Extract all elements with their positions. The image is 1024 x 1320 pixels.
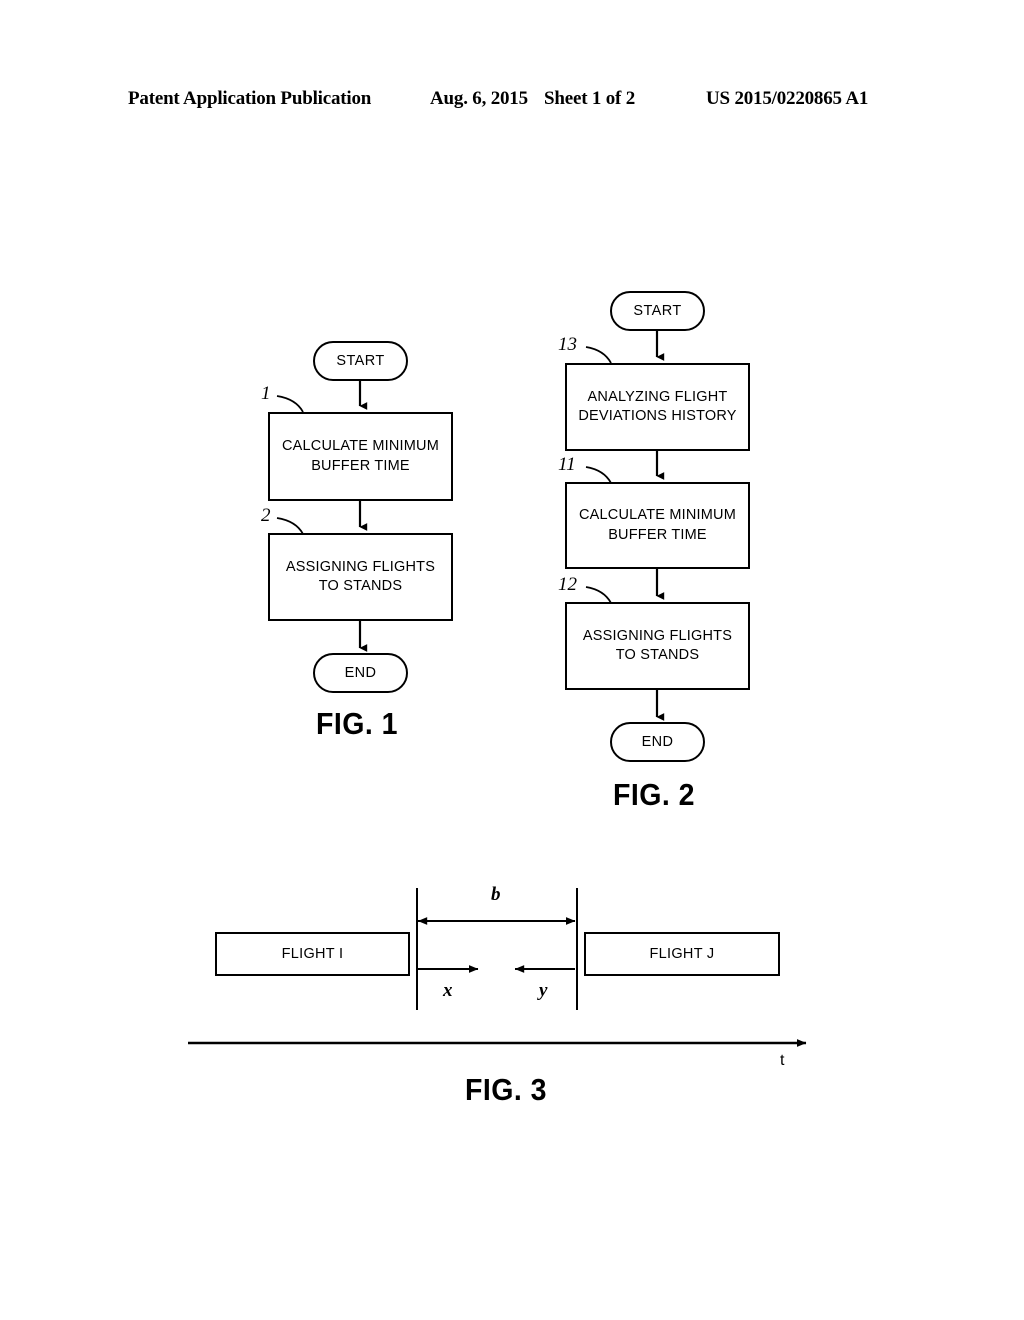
fig1-box1-line2: BUFFER TIME <box>311 457 410 474</box>
fig2-leader-line-13 <box>585 346 612 364</box>
fig2-box12-line2: TO STANDS <box>615 647 700 663</box>
fig1-process-calculate-minimum-buffer-time: CALCULATE MINIMUM BUFFER TIME <box>268 412 453 501</box>
fig3-flight-j-bar: FLIGHT J <box>584 932 780 976</box>
fig2-reference-numeral-13: 13 <box>558 334 577 355</box>
fig2-reference-numeral-11: 11 <box>558 454 576 475</box>
fig2-box13-line1: ANALYZING FLIGHT <box>587 388 728 405</box>
fig1-caption: FIG. 1 <box>316 706 399 741</box>
header-sheet-number: Sheet 1 of 2 <box>544 88 636 109</box>
fig2-reference-numeral-12: 12 <box>558 574 577 595</box>
figure-connector-overlay <box>188 331 807 1047</box>
fig1-box2-line1: ASSIGNING FLIGHTS <box>285 558 436 575</box>
fig2-box11-line2: BUFFER TIME <box>608 526 707 543</box>
fig3-x-label: x <box>443 980 453 1001</box>
header-publication-title: Patent Application Publication <box>128 88 372 109</box>
fig3-flight-j-label: FLIGHT J <box>649 946 715 962</box>
fig2-leader-line-11 <box>585 466 612 484</box>
fig2-box13-line2: DEVIATIONS HISTORY <box>578 408 737 424</box>
fig3-flight-i-bar: FLIGHT I <box>215 932 410 976</box>
fig1-start-label: START <box>336 353 385 369</box>
fig2-end-label: END <box>641 734 674 750</box>
fig2-end-terminator: END <box>610 722 705 762</box>
fig1-process-assigning-flights-to-stands: ASSIGNING FLIGHTS TO STANDS <box>268 533 453 621</box>
fig1-reference-numeral-2: 2 <box>261 505 271 526</box>
fig2-process-calculate-minimum-buffer-time: CALCULATE MINIMUM BUFFER TIME <box>565 482 750 569</box>
fig3-y-label: y <box>539 980 548 1001</box>
fig2-caption: FIG. 2 <box>613 777 696 812</box>
fig2-process-analyzing-flight-deviations-history: ANALYZING FLIGHT DEVIATIONS HISTORY <box>565 363 750 451</box>
fig3-buffer-label: b <box>491 884 501 905</box>
fig1-reference-numeral-1: 1 <box>261 383 271 404</box>
fig1-leader-line-1 <box>276 395 304 413</box>
fig3-right-boundary-line <box>576 888 578 1010</box>
fig2-box11-line1: CALCULATE MINIMUM <box>578 507 736 524</box>
fig2-start-terminator: START <box>610 291 705 331</box>
fig1-box1-line1: CALCULATE MINIMUM <box>281 438 439 455</box>
fig2-box12-line1: ASSIGNING FLIGHTS <box>582 627 733 644</box>
fig1-end-label: END <box>344 665 377 681</box>
header-patent-number: US 2015/0220865 A1 <box>706 88 869 109</box>
fig3-time-axis-label: t <box>780 1052 785 1069</box>
fig1-leader-line-2 <box>276 517 304 535</box>
fig3-flight-i-label: FLIGHT I <box>281 946 344 962</box>
fig1-end-terminator: END <box>313 653 408 693</box>
fig1-box2-line2: TO STANDS <box>318 578 403 594</box>
fig2-leader-line-12 <box>585 586 612 604</box>
fig1-start-terminator: START <box>313 341 408 381</box>
fig2-process-assigning-flights-to-stands: ASSIGNING FLIGHTS TO STANDS <box>565 602 750 690</box>
fig3-left-boundary-line <box>416 888 418 1010</box>
page-header: Patent Application Publication Aug. 6, 2… <box>0 88 1024 114</box>
fig3-caption: FIG. 3 <box>465 1072 548 1107</box>
fig2-start-label: START <box>633 303 682 319</box>
header-publication-date: Aug. 6, 2015 <box>430 88 528 109</box>
